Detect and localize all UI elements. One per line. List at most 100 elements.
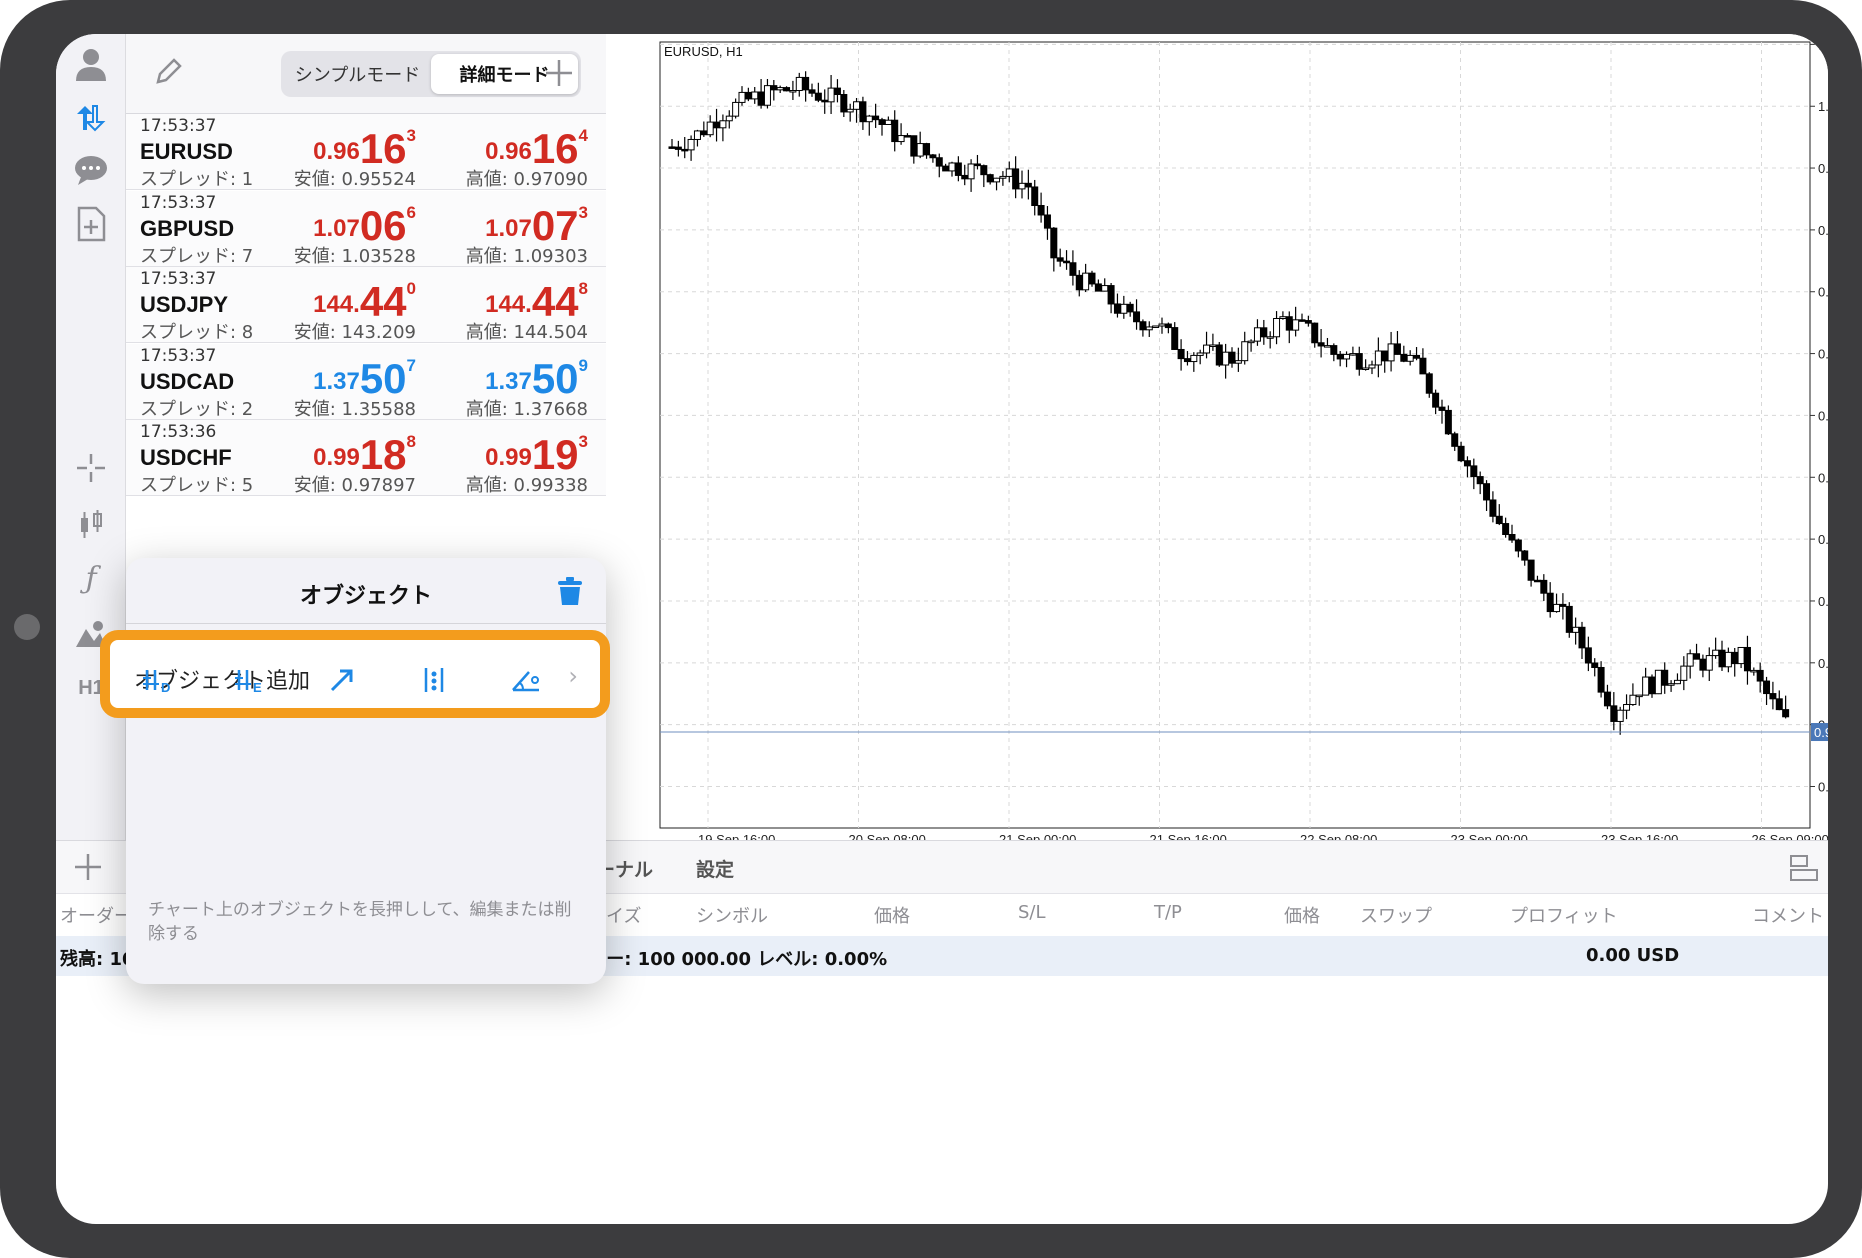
ask-price-pips: 16 [531,125,579,172]
simple-mode-tab[interactable]: シンプルモード [284,54,431,94]
candle-body [719,120,727,129]
candle-body [1483,483,1491,501]
candle-body [1362,367,1370,370]
col-sl[interactable]: S/L [1018,902,1046,923]
candle-body [1298,319,1306,322]
ask-price[interactable]: 144. 44 8 [485,277,588,323]
candle-body [1317,342,1325,347]
candle-body [1145,326,1153,331]
tab-settings[interactable]: 設定 [696,855,734,882]
y-tick-label: 0.98580 [1818,347,1828,362]
trade-arrows-icon[interactable] [71,98,111,138]
ask-price[interactable]: 0.96 16 4 [485,124,588,170]
ask-price[interactable]: 1.37 50 9 [485,354,588,400]
candle-body [1260,327,1268,338]
candle-body [1222,351,1230,366]
candle-body [1139,321,1147,331]
candle-body [1330,345,1338,355]
candle-body [1336,353,1344,360]
arrow-line-icon[interactable] [322,660,362,700]
fib-expansion-icon[interactable]: E [230,660,270,700]
bid-price[interactable]: 1.07 06 6 [313,201,416,247]
candle-body [1209,344,1217,347]
vertical-fib-icon[interactable]: D [138,660,178,700]
crosshair-icon[interactable] [71,448,111,488]
quote-symbol: USDCAD [140,368,235,394]
y-tick-label: 0.99370 [1818,223,1828,238]
angle-trendline-icon[interactable] [506,660,546,700]
plot-border [659,41,1811,829]
col-comment[interactable]: コメント [1752,902,1824,928]
new-document-icon[interactable] [71,204,111,244]
candle-body [1603,691,1611,707]
candle-body [1489,499,1497,517]
left-toolbar: ƒ H1 [56,34,126,840]
candle-body [903,135,911,138]
candle-body [1629,694,1637,706]
col-tp[interactable]: T/P [1154,902,1182,923]
quote-low: 安値: 143.209 [293,322,416,343]
chat-icon[interactable] [71,150,111,190]
quote-row[interactable]: 17:53:37 EURUSD スプレッド: 1 0.96 16 3 0.96 16 4 安値: … [126,114,606,190]
col-price-current[interactable]: 価格 [1284,902,1320,928]
col-swap[interactable]: スワップ [1360,902,1432,928]
ask-price[interactable]: 1.07 07 3 [485,201,588,247]
candle-body [1152,325,1160,328]
candle-body [1088,272,1096,285]
ask-price-pips: 19 [531,431,579,478]
layout-toggle-icon[interactable] [1788,853,1820,887]
chart-title: EURUSD, H1 [664,44,743,59]
fib-timezones-icon[interactable] [414,660,454,700]
quote-row[interactable]: 17:53:36 USDCHF スプレッド: 5 0.99 18 8 0.99 19 3 安値: … [126,420,606,496]
bid-price-pips: 50 [359,354,407,402]
candle-body [1107,285,1115,305]
bid-price[interactable]: 1.37 50 7 [313,354,416,400]
candle-body [942,165,950,172]
price-chart[interactable]: 1.00555 1.00160 0.99765 0.99370 0.98975 0.985… [606,34,1828,840]
candle-body [1126,303,1134,313]
candle-body [1133,311,1141,323]
candle-body [1279,316,1287,320]
candle-body [713,121,721,129]
col-size[interactable]: イズ [606,902,641,928]
indicator-function-icon[interactable]: ƒ [71,558,111,598]
candle-body [1056,257,1064,262]
add-terminal-icon[interactable] [72,851,104,887]
quote-time: 17:53:37 [140,269,217,289]
candle-body [1018,182,1026,190]
candle-body [973,163,981,167]
chart-type-icon[interactable] [71,504,111,544]
quote-row[interactable]: 17:53:37 GBPUSD スプレッド: 7 1.07 06 6 1.07 07 3 安値: … [126,190,606,267]
candle-body [808,89,816,94]
col-price[interactable]: 価格 [874,902,910,928]
y-tick-label: 0.97790 [1818,470,1828,485]
candlestick-chart[interactable]: 1.00555 1.00160 0.99765 0.99370 0.98975 0.985… [606,34,1828,840]
candle-body [1457,445,1465,462]
y-tick-label: 0.98975 [1818,285,1828,300]
col-profit[interactable]: プロフィット [1510,902,1618,928]
device-frame: ƒ H1 シンプルモード 詳細モード 17:53:37 EURUSD スプレッド: … [0,0,1862,1258]
ask-price-fraction: 4 [578,126,588,145]
bid-price[interactable]: 144. 44 0 [313,277,416,323]
candle-body [1063,260,1071,264]
trash-icon[interactable] [556,576,584,606]
col-symbol[interactable]: シンボル [696,902,768,928]
bid-price[interactable]: 0.99 18 8 [313,430,416,476]
candle-body [1069,262,1077,276]
ask-price[interactable]: 0.99 19 3 [485,430,588,476]
candle-body [1737,646,1745,665]
add-symbol-icon[interactable] [542,56,576,94]
edit-pencil-icon[interactable] [152,56,184,92]
candle-body [1654,669,1662,695]
bid-price-fraction: 8 [406,432,416,451]
mode-segmented-control: シンプルモード 詳細モード [281,51,581,97]
candle-body [840,94,848,113]
quote-row[interactable]: 17:53:37 USDJPY スプレッド: 8 144. 44 0 144. 44 8 安値: … [126,267,606,343]
quote-row[interactable]: 17:53:37 USDCAD スプレッド: 2 1.37 50 7 1.37 50 9 安値: … [126,343,606,420]
quotes-header: シンプルモード 詳細モード [126,34,606,114]
candle-body [1712,649,1720,657]
candle-body [1572,626,1580,633]
account-icon[interactable] [71,44,111,84]
bid-price[interactable]: 0.96 16 3 [313,124,416,170]
col-order[interactable]: オーダー [60,902,132,928]
